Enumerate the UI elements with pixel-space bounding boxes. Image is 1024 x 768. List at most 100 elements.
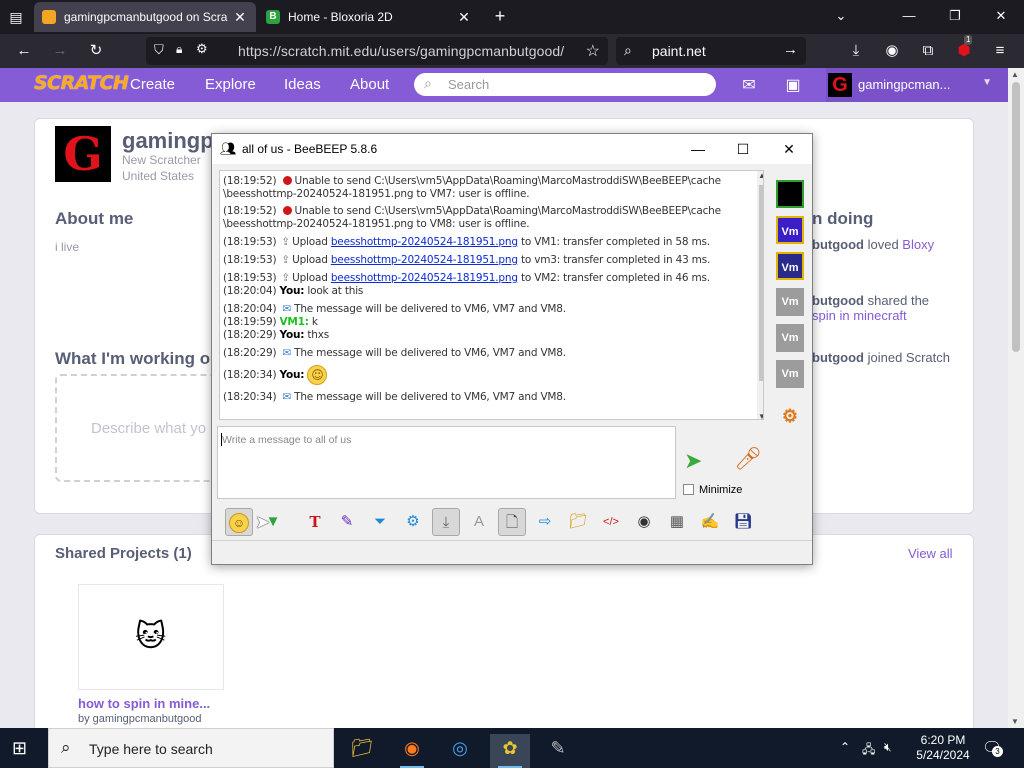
member-avatar[interactable]: Vm [776,360,804,388]
member-avatar[interactable]: Vm [776,324,804,352]
tab-scratch-profile[interactable]: gamingpcmanbutgood on Scra ✕ [34,2,256,32]
project-thumbnail[interactable]: 🐱︎ [78,584,224,690]
chat-scrollbar-thumb[interactable] [759,185,763,381]
beebeep-titlebar[interactable]: 👥︎ all of us - BeeBEEP 5.8.6 — ☐ ✕ [212,134,812,164]
font-icon[interactable]: T [301,508,329,536]
nav-explore[interactable]: Explore [205,76,256,93]
working-on-textarea[interactable]: Describe what yo [55,374,225,482]
tray-chevron-up-icon[interactable]: ⌃ [840,740,850,754]
color-pen-icon[interactable]: ✎ [333,508,361,536]
tab-overflow-chevron-icon[interactable]: ⌄ [826,6,856,26]
tab-close-icon[interactable]: ✕ [456,9,472,26]
extensions-icon[interactable]: ⧉ [918,41,938,61]
send-folder-icon[interactable]: 📁︎ [564,508,592,536]
bookmark-star-icon[interactable]: ☆ [586,41,600,61]
permissions-icon[interactable]: ⚙ [196,41,208,57]
spellcheck-icon[interactable]: A [465,508,493,536]
url-bar[interactable]: ⛉ 🔒︎ ⚙ https://scratch.mit.edu/users/gam… [146,37,608,65]
scroll-down-arrow-icon[interactable]: ▼ [1011,717,1019,726]
member-avatar[interactable]: Vm [776,216,804,244]
tab-close-icon[interactable]: ✕ [232,9,248,26]
chat-history[interactable]: (18:19:52) Unable to send C:\Users\vm5\A… [219,170,764,420]
messages-envelope-icon[interactable]: ✉ [737,75,761,95]
chrome-icon[interactable]: ◎ [440,734,480,768]
activity-link[interactable]: spin in minecraft [812,308,907,323]
message-input[interactable]: Write a message to all of us [217,426,676,499]
page-scrollbar[interactable]: ▲ ▼ [1008,68,1024,728]
url-text[interactable]: https://scratch.mit.edu/users/gamingpcma… [238,43,564,59]
activity-user[interactable]: butgood [812,350,864,365]
activity-link[interactable]: Bloxy [902,237,934,252]
file-link[interactable]: beesshottmp-20240524-181951.png [331,254,518,266]
my-stuff-folder-icon[interactable]: ▣ [781,75,805,95]
menu-hamburger-icon[interactable]: ≡ [990,41,1010,61]
project-title[interactable]: how to spin in mine... [78,696,210,711]
send-message-icon[interactable]: ➤ [684,448,702,474]
scratch-search-input[interactable]: ⌕ Search [414,73,716,96]
tab-list-icon[interactable]: ▤ [6,7,26,27]
forward-arrow-icon[interactable]: → [50,41,70,61]
activity-user[interactable]: butgood [812,293,864,308]
windows-start-icon[interactable]: ⊞ [12,738,27,759]
file-explorer-icon[interactable]: 📁︎ [342,734,382,768]
member-avatar[interactable]: Vm [776,288,804,316]
screenshot-camera-icon[interactable]: ◉ [630,508,658,536]
document-icon[interactable]: 🗋︎ [498,508,526,536]
browser-search-text[interactable]: paint.net [652,43,706,59]
notifications-icon[interactable]: 🗨︎3 [982,738,1003,758]
account-nav[interactable]: G gamingpcman... ▼ [826,68,1008,102]
scroll-up-arrow-icon[interactable]: ▲ [1011,70,1019,79]
downloads-icon[interactable]: ⤓ [846,41,866,61]
system-clock[interactable]: 6:20 PM 5/24/2024 [914,733,972,763]
microphone-icon[interactable]: 🎤︎ [734,446,762,472]
taskbar-search-box[interactable]: ⌕ Type here to search [48,728,334,768]
minimize-checkbox[interactable]: Minimize [683,484,742,496]
close-window-icon[interactable]: ✕ [777,139,801,159]
file-link[interactable]: beesshottmp-20240524-181951.png [331,236,518,248]
minimize-window-icon[interactable]: — [894,6,924,26]
nav-ideas[interactable]: Ideas [284,76,321,93]
member-avatar[interactable] [776,180,804,208]
ublock-extension-icon[interactable]: ⬢ 1 [954,35,974,61]
search-go-arrow-icon[interactable]: → [783,41,798,58]
checkbox[interactable] [683,484,694,495]
tracking-shield-icon[interactable]: ⛉ [154,42,164,58]
send-file-icon[interactable]: ⇨ [531,508,559,536]
beebeep-taskbar-icon[interactable]: ✿ [490,734,530,768]
maximize-window-icon[interactable]: ☐ [731,139,755,159]
scratch-logo[interactable]: SCRATCH [34,72,129,94]
view-all-link[interactable]: View all [908,546,953,561]
save-chat-icon[interactable]: ⤓ [432,508,460,536]
keyboard-icon[interactable]: ▦ [663,508,691,536]
browser-search-bar[interactable]: ⌕ paint.net → [616,37,806,65]
notes-edit-icon[interactable]: ✍ [696,508,724,536]
nav-about[interactable]: About [350,76,389,93]
filter-icon[interactable]: ⏷ [366,508,394,536]
paint-app-icon[interactable]: ✎ [538,734,578,768]
new-tab-icon[interactable]: + [490,6,510,26]
scroll-down-arrow-icon[interactable]: ▼ [758,412,763,419]
firefox-icon[interactable]: ◉ [392,734,432,768]
lock-icon[interactable]: 🔒︎ [176,42,182,57]
code-icon[interactable]: </> [597,508,625,536]
group-members-icon[interactable]: ⚙ [776,402,804,430]
back-arrow-icon[interactable]: ← [14,41,34,61]
about-me-text[interactable]: i live [55,240,79,254]
reload-icon[interactable]: ↻ [86,41,106,61]
account-icon[interactable]: ◉ [882,41,902,61]
member-avatar[interactable]: Vm [776,252,804,280]
save-disk-icon[interactable]: 💾︎ [729,508,757,536]
project-author[interactable]: by gamingpcmanbutgood [78,713,202,725]
nav-create[interactable]: Create [130,76,175,93]
tab-bloxoria[interactable]: B Home - Bloxoria 2D ✕ [258,2,480,32]
emoji-icon[interactable]: ☺ [225,508,253,536]
volume-muted-icon[interactable]: 🔇︎ [884,740,892,755]
close-window-icon[interactable]: ✕ [986,6,1016,26]
scroll-up-arrow-icon[interactable]: ▲ [758,171,763,180]
restore-window-icon[interactable]: ❐ [940,6,970,26]
settings-gear-icon[interactable]: ⚙ [399,508,427,536]
chat-scrollbar[interactable]: ▲ ▼ [757,171,763,419]
activity-user[interactable]: butgood [812,237,864,252]
minimize-window-icon[interactable]: — [686,139,710,159]
network-icon[interactable]: 🖧︎ [862,740,875,761]
